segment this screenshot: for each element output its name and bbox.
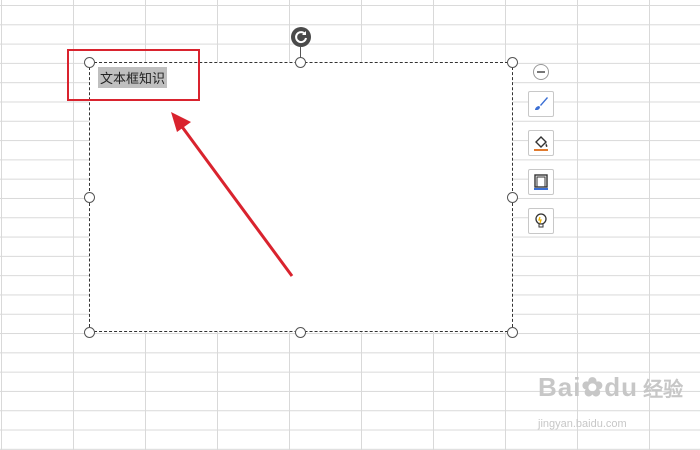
brush-button[interactable] <box>528 91 554 117</box>
minus-circle-icon[interactable] <box>533 64 549 80</box>
paint-bucket-icon <box>534 136 548 151</box>
lightbulb-icon <box>535 213 547 228</box>
paw-icon: ✿ <box>581 372 605 402</box>
smart-button[interactable] <box>528 208 554 234</box>
brush-icon <box>535 97 548 110</box>
fill-button[interactable] <box>528 130 554 156</box>
baidu-watermark: Bai✿du 经验 jingyan.baidu.com <box>538 372 684 430</box>
outline-button[interactable] <box>528 169 554 195</box>
outline-icon <box>534 174 548 190</box>
